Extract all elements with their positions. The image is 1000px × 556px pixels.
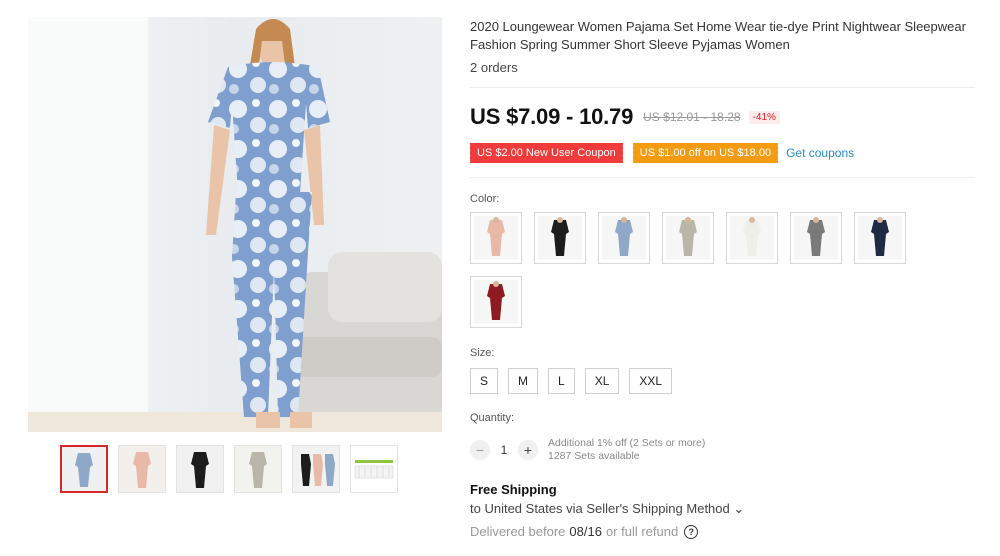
current-price: US $7.09 - 10.79 bbox=[470, 104, 634, 129]
coupon-row: US $2.00 New User Coupon US $1.00 off on… bbox=[468, 143, 854, 163]
divider bbox=[470, 177, 975, 178]
size-option-l[interactable]: L bbox=[548, 368, 575, 394]
original-price: US $12.01 - 18.28 bbox=[643, 110, 741, 124]
color-swatch-white-black[interactable] bbox=[726, 212, 778, 264]
color-label: Color: bbox=[470, 193, 500, 205]
swatch-image bbox=[474, 280, 518, 324]
size-option-xl[interactable]: XL bbox=[584, 368, 620, 394]
delivered-date: 08/16 bbox=[569, 524, 602, 539]
size-option-s[interactable]: S bbox=[470, 368, 499, 394]
quantity-stepper: − 1 + Additional 1% off (2 Sets or more)… bbox=[470, 437, 705, 463]
divider bbox=[470, 87, 975, 88]
color-swatch-grey-camo[interactable] bbox=[662, 212, 714, 264]
color-swatches bbox=[470, 212, 930, 328]
color-swatch-navy[interactable] bbox=[854, 212, 906, 264]
swatch-image bbox=[730, 216, 774, 260]
color-swatch-wine-red[interactable] bbox=[470, 276, 522, 328]
swatch-image bbox=[474, 216, 518, 260]
shipping-method[interactable]: to United States via Seller's Shipping M… bbox=[470, 501, 744, 517]
get-coupons-link[interactable]: Get coupons bbox=[786, 146, 854, 160]
main-image-photo bbox=[28, 17, 442, 432]
thumbnail-multi[interactable] bbox=[292, 445, 340, 493]
size-options: S M L XL XXL bbox=[470, 368, 673, 394]
swatch-image bbox=[666, 216, 710, 260]
thumbnail-size-chart[interactable] bbox=[350, 445, 398, 493]
product-gallery bbox=[0, 0, 460, 556]
size-option-xxl[interactable]: XXL bbox=[629, 368, 673, 394]
thumbnail-camo[interactable] bbox=[234, 445, 282, 493]
discount-badge: -41% bbox=[748, 110, 780, 124]
swatch-image bbox=[794, 216, 838, 260]
delivered-prefix: Delivered before bbox=[470, 524, 566, 539]
thumbnail-strip bbox=[60, 445, 398, 493]
thumbnail-pink[interactable] bbox=[118, 445, 166, 493]
quantity-increase-button[interactable]: + bbox=[518, 440, 538, 460]
thumbnail-black[interactable] bbox=[176, 445, 224, 493]
quantity-value[interactable]: 1 bbox=[490, 443, 518, 457]
bulk-discount-note: Additional 1% off (2 Sets or more) bbox=[548, 437, 706, 449]
product-info: 2020 Loungewear Women Pajama Set Home We… bbox=[470, 18, 980, 75]
swatch-image bbox=[858, 216, 902, 260]
quantity-note: Additional 1% off (2 Sets or more) 1287 … bbox=[548, 437, 705, 463]
main-product-image[interactable] bbox=[28, 17, 442, 432]
product-title: 2020 Loungewear Women Pajama Set Home We… bbox=[470, 19, 966, 52]
orders-count: 2 orders bbox=[470, 60, 518, 75]
quantity-decrease-button[interactable]: − bbox=[470, 440, 490, 460]
stock-available: 1287 Sets available bbox=[548, 450, 640, 462]
thumbnail-blue-tie-dye[interactable] bbox=[60, 445, 108, 493]
color-swatch-pink-tie-dye[interactable] bbox=[470, 212, 522, 264]
size-option-m[interactable]: M bbox=[508, 368, 539, 394]
color-swatch-black[interactable] bbox=[534, 212, 586, 264]
shipping-destination[interactable]: to United States via Seller's Shipping M… bbox=[470, 501, 730, 516]
chevron-down-icon[interactable]: ⌄ bbox=[733, 501, 744, 516]
new-user-coupon[interactable]: US $2.00 New User Coupon bbox=[468, 143, 623, 163]
price-row: US $7.09 - 10.79 US $12.01 - 18.28 -41% bbox=[470, 104, 780, 130]
quantity-label: Quantity: bbox=[470, 412, 515, 424]
color-swatch-grey-black[interactable] bbox=[790, 212, 842, 264]
size-label: Size: bbox=[470, 347, 495, 359]
delivery-estimate: Delivered before 08/16 or full refund ? bbox=[470, 524, 699, 539]
store-coupon[interactable]: US $1.00 off on US $18.00 bbox=[630, 143, 779, 163]
swatch-image bbox=[602, 216, 646, 260]
delivered-suffix: or full refund bbox=[605, 524, 679, 539]
help-icon[interactable]: ? bbox=[684, 524, 699, 539]
color-swatch-blue-tie-dye[interactable] bbox=[598, 212, 650, 264]
swatch-image bbox=[538, 216, 582, 260]
shipping-title: Free Shipping bbox=[470, 482, 557, 497]
